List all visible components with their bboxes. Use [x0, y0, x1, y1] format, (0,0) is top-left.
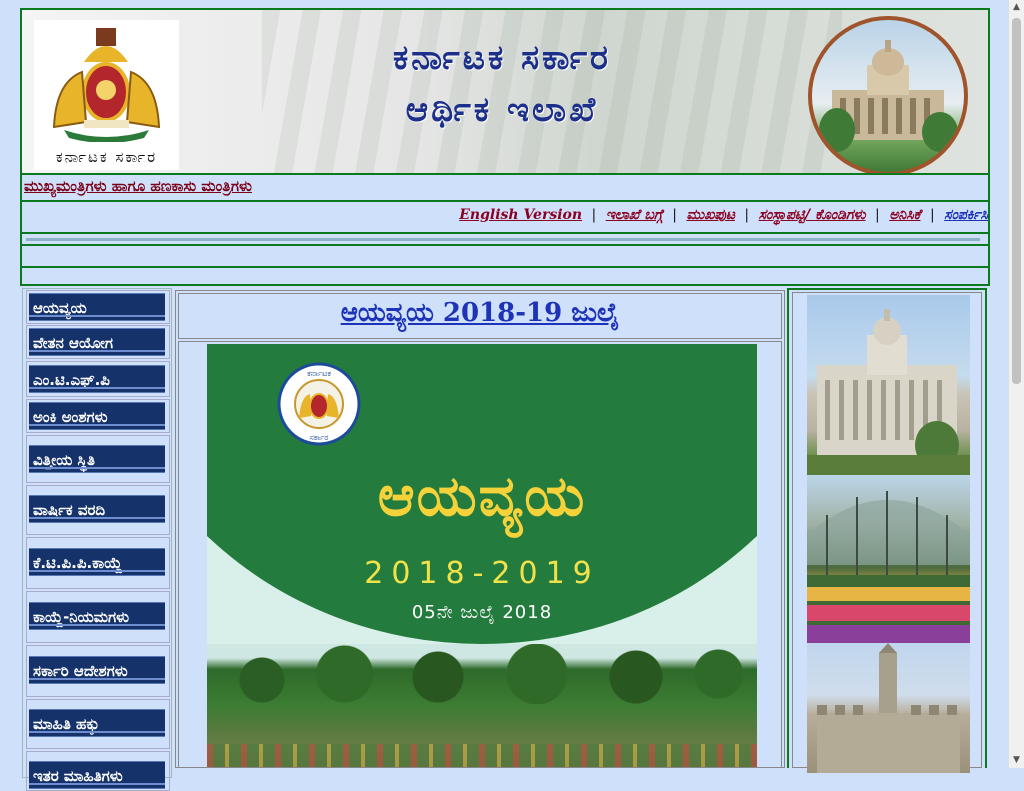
main-content: ಆಯವ್ಯಯ 2018-19 ಜುಲೈ ಕರ್ನಾಟಕ ಸರ್ಕಾರ ಆಯವ್ಯ…	[175, 290, 785, 768]
nav-home[interactable]: ಮುಖಪುಟ	[686, 207, 735, 223]
sidebar-cell: ವಾರ್ಷಿಕ ವರದಿ	[26, 485, 170, 535]
sidebar-item-rti[interactable]: ಮಾಹಿತಿ ಹಕ್ಕು	[29, 709, 165, 737]
nav-separator: |	[591, 207, 597, 223]
marquee-row	[20, 234, 990, 246]
spacer-row	[20, 268, 990, 286]
building-icon	[807, 309, 970, 475]
gallery-frame	[792, 292, 982, 773]
seal-top-text: ಕರ್ನಾಟಕ	[307, 369, 331, 378]
divider	[26, 238, 980, 241]
sidebar-item-pay-commission[interactable]: ವೇತನ ಆಯೋಗ	[29, 328, 165, 356]
sidebar-cell: ಅಂಕಿ ಅಂಶಗಳು	[26, 399, 170, 433]
banner-title-line1: ಕರ್ನಾಟಕ ಸರ್ಕಾರ	[392, 38, 612, 78]
lalbagh-glasshouse-photo	[807, 475, 970, 643]
vidhana-soudha-photo	[807, 295, 970, 475]
banner-title: ಕರ್ನಾಟಕ ಸರ್ಕಾರ ಆರ್ಥಿಕ ಇಲಾಖೆ	[322, 32, 682, 136]
nav-links: English Version | ಇಲಾಖೆ ಬಗ್ಗೆ | ಮುಖಪುಟ |…	[459, 207, 988, 223]
vidhana-soudha-image	[808, 16, 968, 173]
sidebar-cell: ಎಂ.ಟಿ.ಎಫ್.ಪಿ	[26, 361, 170, 397]
sidebar-cell: ಕೆ.ಟಿ.ಪಿ.ಪಿ.ಕಾಯ್ದೆ	[26, 537, 170, 589]
sidebar-item-government-orders[interactable]: ಸರ್ಕಾರಿ ಆದೇಶಗಳು	[29, 656, 165, 684]
nav-separator: |	[875, 207, 880, 223]
sidebar-item-acts-rules[interactable]: ಕಾಯ್ದೆ-ನಿಯಮಗಳು	[29, 602, 165, 630]
farm-workers	[207, 744, 757, 767]
spacer-row	[20, 246, 990, 268]
budget-2018-19-july-link[interactable]: ಆಯವ್ಯಯ 2018-19 ಜುಲೈ	[341, 298, 620, 329]
sidebar-cell: ವಿತ್ತೀಯ ಸ್ಥಿತಿ	[26, 435, 170, 483]
sidebar-item-budget[interactable]: ಆಯವ್ಯಯ	[29, 293, 165, 321]
sidebar-item-ktpp-act[interactable]: ಕೆ.ಟಿ.ಪಿ.ಪಿ.ಕಾಯ್ದೆ	[29, 548, 165, 576]
karnataka-emblem: ಕರ್ನಾಟಕ ಸರ್ಕಾರ	[34, 20, 179, 170]
page-scrollbar[interactable]: ▲ ▼	[1008, 0, 1024, 768]
bangalore-palace-photo	[807, 643, 970, 773]
sidebar-cell: ಆಯವ್ಯಯ	[26, 290, 170, 324]
ministers-row: ಮುಖ್ಯಮಂತ್ರಿಗಳು ಹಾಗೂ ಹಣಕಾಸು ಮಂತ್ರಿಗಳು	[20, 175, 990, 202]
palace-icon	[817, 643, 960, 773]
scroll-down-arrow-icon[interactable]: ▼	[1009, 753, 1024, 768]
sidebar-cell: ಸರ್ಕಾರಿ ಆದೇಶಗಳು	[26, 645, 170, 697]
main-heading: ಆಯವ್ಯಯ 2018-19 ಜುಲೈ	[178, 293, 782, 339]
nav-separator: |	[929, 207, 935, 223]
nav-separator: |	[744, 207, 750, 223]
sidebar-item-mtfp[interactable]: ಎಂ.ಟಿ.ಎಫ್.ಪಿ	[29, 365, 165, 393]
sidebar-item-annual-report[interactable]: ವಾರ್ಷಿಕ ವರದಿ	[29, 495, 165, 523]
main-body: ಕರ್ನಾಟಕ ಸರ್ಕಾರ ಆಯವ್ಯಯ 2018-2019 05ನೇ ಜುಲ…	[178, 341, 782, 767]
cover-title: ಆಯವ್ಯಯ	[377, 464, 587, 529]
nav-contact[interactable]: ಸಂಪರ್ಕಿಸಿ	[944, 207, 988, 223]
sidebar-cell: ಇತರ ಮಾಹಿತಿಗಳು	[26, 751, 170, 791]
nav-site-links[interactable]: ಸಂಸ್ಥಾಪಟ್ಟಿ/ ಕೊಂಡಿಗಳು	[759, 207, 866, 223]
nav-about-department[interactable]: ಇಲಾಖೆ ಬಗ್ಗೆ	[606, 207, 663, 223]
cover-years: 2018-2019	[364, 556, 600, 591]
nav-separator: |	[672, 207, 678, 223]
sidebar: ಆಯವ್ಯಯ ವೇತನ ಆಯೋಗ ಎಂ.ಟಿ.ಎಫ್.ಪಿ ಅಂಕಿ ಅಂಶಗಳ…	[22, 288, 172, 791]
sidebar-cell: ಕಾಯ್ದೆ-ನಿಯಮಗಳು	[26, 591, 170, 643]
vidhana-soudha-icon	[819, 40, 958, 152]
karnataka-seal-icon: ಕರ್ನಾಟಕ ಸರ್ಕಾರ	[277, 362, 361, 446]
cover-date: 05ನೇ ಜುಲೈ 2018	[411, 602, 553, 623]
emblem-icon	[52, 28, 161, 142]
scroll-up-arrow-icon[interactable]: ▲	[1009, 0, 1024, 15]
seal-bottom-text: ಸರ್ಕಾರ	[309, 433, 328, 442]
budget-cover-image[interactable]: ಕರ್ನಾಟಕ ಸರ್ಕಾರ ಆಯವ್ಯಯ 2018-2019 05ನೇ ಜುಲ…	[207, 344, 757, 767]
sidebar-item-statistics[interactable]: ಅಂಕಿ ಅಂಶಗಳು	[29, 402, 165, 430]
banner-title-line2: ಆರ್ಥಿಕ ಇಲಾಖೆ	[405, 90, 599, 130]
tree-line	[207, 644, 757, 704]
nav-feedback[interactable]: ಅನಿಸಿಕೆ	[889, 207, 920, 223]
top-nav: English Version | ಇಲಾಖೆ ಬಗ್ಗೆ | ಮುಖಪುಟ |…	[20, 202, 990, 234]
sidebar-cell: ವೇತನ ಆಯೋಗ	[26, 325, 170, 359]
ministers-link[interactable]: ಮುಖ್ಯಮಂತ್ರಿಗಳು ಹಾಗೂ ಹಣಕಾಸು ಮಂತ್ರಿಗಳು	[24, 177, 252, 195]
sidebar-item-fiscal-position[interactable]: ವಿತ್ತೀಯ ಸ್ಥಿತಿ	[29, 445, 165, 473]
sidebar-cell: ಮಾಹಿತಿ ಹಕ್ಕು	[26, 699, 170, 749]
header-banner: ಕರ್ನಾಟಕ ಸರ್ಕಾರ ಕರ್ನಾಟಕ ಸರ್ಕಾರ ಆರ್ಥಿಕ ಇಲಾ…	[20, 8, 990, 175]
right-gallery	[787, 288, 987, 773]
glasshouse-icon	[807, 491, 970, 643]
nav-english-version[interactable]: English Version	[459, 207, 582, 223]
sidebar-item-other-info[interactable]: ಇತರ ಮಾಹಿತಿಗಳು	[29, 761, 165, 789]
scroll-thumb[interactable]	[1012, 18, 1021, 384]
emblem-caption: ಕರ್ನಾಟಕ ಸರ್ಕಾರ	[55, 148, 158, 166]
